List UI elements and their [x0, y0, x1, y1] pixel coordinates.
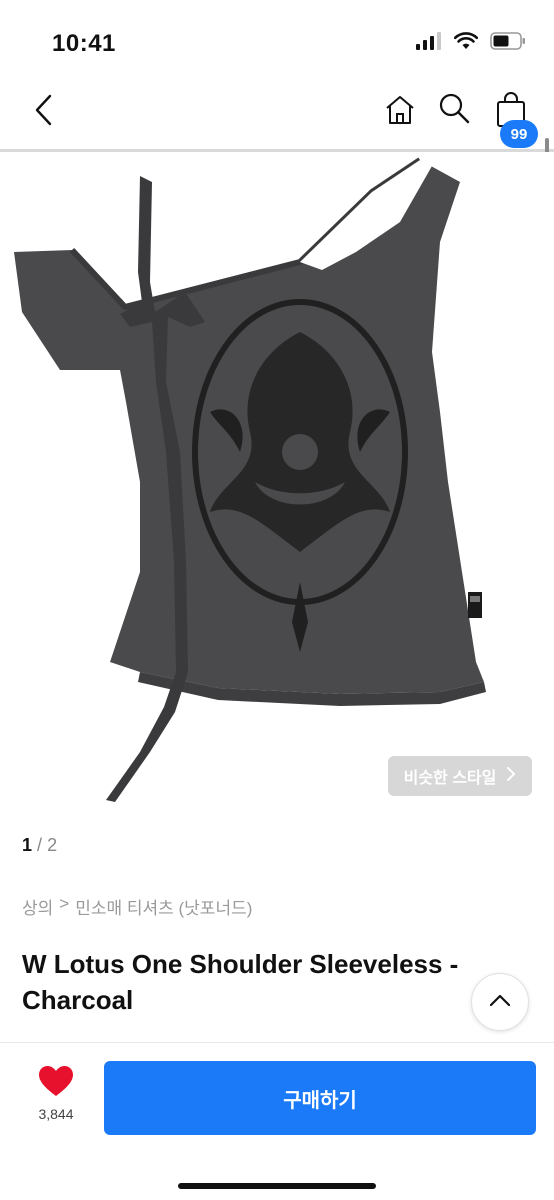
- bottom-action-bar: 3,844 구매하기: [0, 1042, 554, 1200]
- product-image[interactable]: 비슷한 스타일: [0, 152, 554, 812]
- pager-total: 2: [47, 835, 58, 855]
- status-bar: 10:41: [0, 0, 554, 80]
- search-button[interactable]: [434, 90, 474, 130]
- back-icon: [34, 94, 54, 131]
- wifi-icon: [453, 32, 479, 55]
- pager-current: 1: [22, 835, 33, 855]
- breadcrumb-separator: >: [59, 894, 70, 913]
- back-button[interactable]: [26, 94, 62, 130]
- home-icon: [384, 94, 416, 131]
- search-icon: [437, 91, 471, 130]
- breadcrumb-subcategory[interactable]: 민소매 티셔츠 (낫포너드): [75, 894, 252, 919]
- home-indicator: [178, 1183, 376, 1189]
- image-pager: 1 / 2: [22, 835, 57, 856]
- heart-icon: [38, 1065, 74, 1102]
- cart-button[interactable]: 99: [490, 90, 538, 148]
- product-image-shirt: [14, 157, 486, 802]
- cellular-signal-icon: [416, 32, 442, 55]
- breadcrumb-category[interactable]: 상의: [22, 894, 53, 919]
- status-time: 10:41: [52, 30, 116, 57]
- chevron-up-icon: [489, 993, 511, 1012]
- pager-separator: /: [37, 835, 43, 855]
- scroll-to-top-button[interactable]: [471, 973, 529, 1031]
- breadcrumb: 상의 > 민소매 티셔츠 (낫포너드): [22, 894, 252, 919]
- nav-bar: 99: [0, 80, 554, 150]
- similar-style-label: 비슷한 스타일: [403, 770, 497, 787]
- buy-button[interactable]: 구매하기: [104, 1061, 536, 1135]
- cart-count-badge: 99: [500, 120, 538, 148]
- chevron-right-icon: [506, 766, 516, 787]
- similar-style-button[interactable]: 비슷한 스타일: [388, 756, 532, 796]
- like-count: 3,844: [38, 1106, 74, 1122]
- home-button[interactable]: [380, 92, 420, 132]
- product-title: W Lotus One Shoulder Sleeveless - Charco…: [22, 949, 459, 1015]
- status-icons: [416, 32, 526, 55]
- like-button[interactable]: 3,844: [28, 1065, 84, 1131]
- battery-icon: [490, 32, 526, 55]
